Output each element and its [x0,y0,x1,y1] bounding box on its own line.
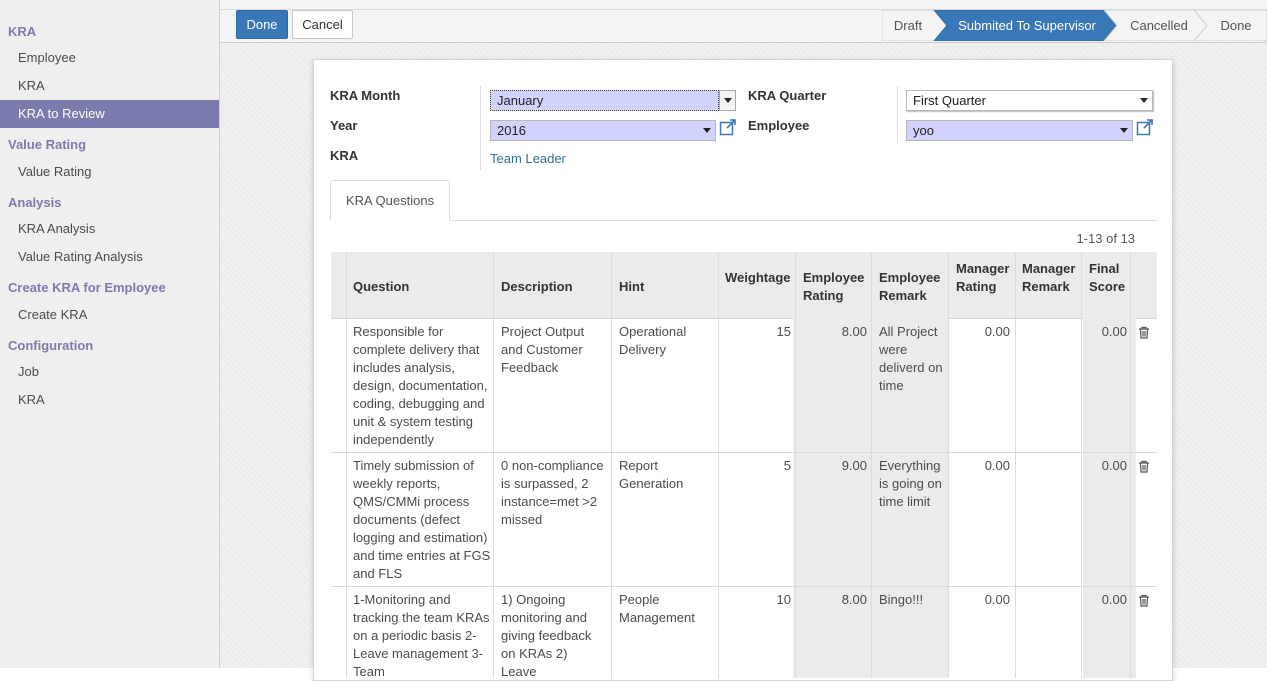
employee-value: yoo [913,123,934,138]
table-row[interactable]: Timely submission of weekly reports, QMS… [331,453,1157,587]
sidebar-item-employee[interactable]: Employee [0,44,94,72]
header-employee-rating[interactable]: Employee Rating [803,269,873,305]
cell-employee-rating: 9.00 [841,458,867,473]
cell-final-score: 0.00 [1101,324,1127,339]
kra-month-select[interactable]: January [490,90,719,111]
kra-month-label: KRA Month [330,88,401,103]
stage-cancelled[interactable]: Cancelled [1117,10,1201,41]
kra-month-dropdown-button[interactable] [719,90,736,111]
trash-icon[interactable] [1138,326,1150,339]
chevron-down-icon [703,128,711,133]
tab-underline [330,220,1157,221]
cell-final-score: 0.00 [1101,458,1127,473]
cancel-button[interactable]: Cancel [292,10,353,39]
header-manager-remark[interactable]: Manager Remark [1022,260,1080,296]
kra-quarter-select[interactable]: First Quarter [906,90,1153,111]
field-separator-right [897,86,898,144]
sidebar-item-value-rating-analysis[interactable]: Value Rating Analysis [0,243,161,271]
cell-employee-remark: Everything is going on time limit [879,458,942,509]
trash-icon[interactable] [1138,460,1150,473]
cell-weightage: 10 [776,592,791,607]
cell-employee-rating: 8.00 [841,324,867,339]
sidebar-section-analysis[interactable]: Analysis [0,193,69,213]
sidebar-section-kra[interactable]: KRA [0,22,44,42]
done-button[interactable]: Done [236,10,288,39]
header-description[interactable]: Description [501,278,573,296]
cell-employee-remark: All Project were deliverd on time [879,324,943,393]
trash-icon[interactable] [1138,594,1150,607]
cell-manager-rating: 0.00 [984,592,1010,607]
header-hint[interactable]: Hint [619,278,644,296]
sidebar-section-value-rating[interactable]: Value Rating [0,135,94,155]
sidebar: KRA Employee KRA KRA to Review Value Rat… [0,0,220,668]
header-final-score[interactable]: Final Score [1089,260,1131,296]
table-header: Question Description Hint Weightage Empl… [331,252,1157,319]
cell-question: Responsible for complete delivery that i… [353,324,488,447]
cell-employee-rating: 8.00 [841,592,867,607]
form-sheet: KRA Month Year KRA January 2016 Team Lea… [313,59,1173,681]
form-toolbar: Done Cancel Draft Submited To Supervisor… [220,0,1267,43]
header-manager-rating[interactable]: Manager Rating [956,260,1014,296]
table-row[interactable]: Responsible for complete delivery that i… [331,319,1157,453]
chevron-down-icon [1140,98,1148,103]
sidebar-section-configuration[interactable]: Configuration [0,336,101,356]
stage-draft[interactable]: Draft [882,10,934,41]
sidebar-item-kra-to-review[interactable]: KRA to Review [0,100,219,128]
employee-select[interactable]: yoo [906,120,1133,141]
cell-description: 0 non-compliance is surpassed, 2 instanc… [501,458,604,527]
table-row[interactable]: 1-Monitoring and tracking the team KRAs … [331,587,1157,678]
sidebar-item-value-rating[interactable]: Value Rating [0,158,109,186]
stage-done[interactable]: Done [1207,10,1265,41]
header-employee-remark[interactable]: Employee Remark [879,269,947,305]
sidebar-item-job[interactable]: Job [0,358,57,386]
sidebar-item-kra-analysis[interactable]: KRA Analysis [0,215,113,243]
kra-quarter-label: KRA Quarter [748,88,827,103]
cell-question: 1-Monitoring and tracking the team KRAs … [353,592,490,678]
cell-manager-rating: 0.00 [984,324,1010,339]
employee-label: Employee [748,118,810,133]
kra-quarter-value: First Quarter [913,93,986,108]
kra-label: KRA [330,148,359,163]
cell-description: Project Output and Customer Feedback [501,324,585,375]
cell-hint: Report Generation [619,458,684,491]
cell-hint: Operational Delivery [619,324,687,357]
external-link-icon[interactable] [719,118,737,136]
cell-manager-rating: 0.00 [984,458,1010,473]
year-label: Year [330,118,358,133]
cell-hint: People Management [619,592,695,625]
external-link-icon[interactable] [1136,118,1154,136]
sidebar-item-kra[interactable]: KRA [0,72,63,100]
cell-final-score: 0.00 [1101,592,1127,607]
year-value: 2016 [497,123,526,138]
sidebar-item-kra-config[interactable]: KRA [0,386,63,414]
kra-link[interactable]: Team Leader [490,151,566,166]
chevron-down-icon [1120,128,1128,133]
tab-kra-questions[interactable]: KRA Questions [330,180,450,221]
cell-weightage: 5 [783,458,791,473]
cell-employee-remark: Bingo!!! [879,592,924,607]
cell-weightage: 15 [776,324,791,339]
sidebar-section-create-kra-for-employee[interactable]: Create KRA for Employee [0,278,174,298]
header-weightage[interactable]: Weightage [725,269,791,287]
field-separator [480,86,481,170]
kra-month-value: January [497,93,544,108]
cell-description: 1) Ongoing monitoring and giving feedbac… [501,592,592,678]
pager[interactable]: 1-13 of 13 [1076,231,1135,246]
cell-question: Timely submission of weekly reports, QMS… [353,458,491,581]
header-question[interactable]: Question [353,278,409,296]
stage-submitted-to-supervisor[interactable]: Submited To Supervisor [947,10,1107,41]
year-select[interactable]: 2016 [490,120,716,141]
sidebar-item-create-kra[interactable]: Create KRA [0,301,105,329]
